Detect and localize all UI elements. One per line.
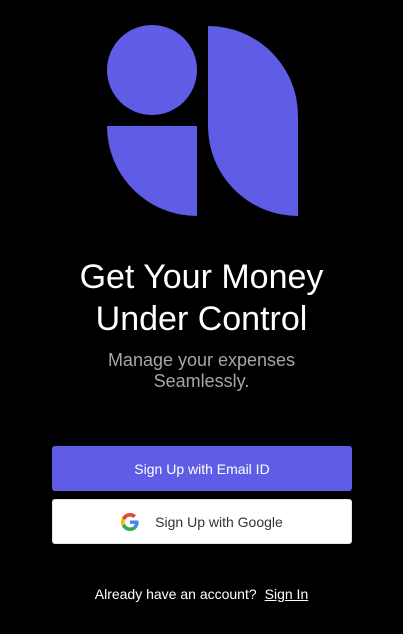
account-prompt-text: Already have an account? [94,586,257,602]
subtitle-line-1: Manage your expenses [107,350,296,370]
google-signup-label: Sign Up with Google [155,513,283,530]
google-icon [121,512,139,531]
app-logo-icon [107,25,298,216]
title-line-2: Under Control [95,300,308,338]
signin-prompt: Already have an account? Sign In [0,585,403,603]
page-title: Get Your Money Under Control [0,256,403,340]
title-line-1: Get Your Money [79,258,324,296]
signin-link[interactable]: Sign In [265,586,309,602]
subtitle-line-2: Seamlessly. [153,371,250,391]
email-signup-button[interactable]: Sign Up with Email ID [52,446,352,491]
page-subtitle: Manage your expenses Seamlessly. [0,350,403,392]
email-signup-label: Sign Up with Email ID [134,460,270,477]
google-signup-button[interactable]: Sign Up with Google [52,499,352,544]
